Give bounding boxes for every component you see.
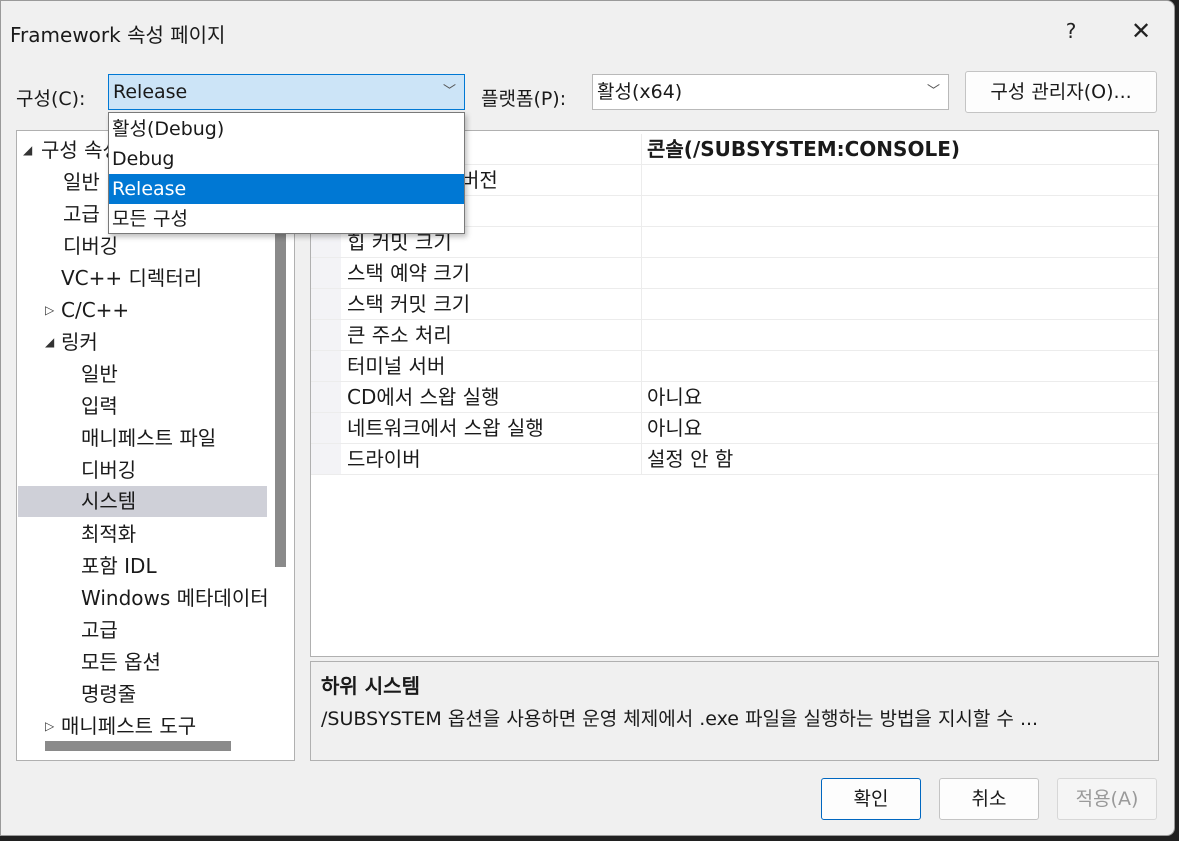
- chevron-down-icon: ﹀: [926, 84, 940, 99]
- tree-item-linker-all-options[interactable]: 모든 옵션: [81, 647, 161, 678]
- grid-row-terminal-server[interactable]: 터미널 서버: [311, 351, 1158, 382]
- tree-item-linker-optimization[interactable]: 최적화: [81, 519, 136, 550]
- grid-row-swap-network[interactable]: 네트워크에서 스왑 실행 아니요: [311, 413, 1158, 444]
- subsystem-value[interactable]: 콘솔(/SUBSYSTEM:CONSOLE): [641, 134, 1158, 164]
- dropdown-option-all-configs[interactable]: 모든 구성: [109, 204, 464, 234]
- help-button[interactable]: ?: [1049, 11, 1093, 51]
- platform-combo[interactable]: 활성(x64) ﹀: [592, 74, 949, 110]
- dropdown-option-release[interactable]: Release: [109, 174, 464, 204]
- dropdown-option-active-debug[interactable]: 활성(Debug): [109, 114, 464, 144]
- chevron-down-icon: ﹀: [442, 84, 456, 99]
- description-title: 하위 시스템: [321, 674, 420, 698]
- platform-combo-value: 활성(x64): [597, 81, 683, 103]
- tree-item-vc-directories[interactable]: VC++ 디렉터리: [61, 263, 202, 294]
- config-combo[interactable]: Release ﹀: [108, 74, 465, 110]
- grid-row-stack-commit[interactable]: 스택 커밋 크기: [311, 289, 1158, 320]
- dropdown-option-debug[interactable]: Debug: [109, 144, 464, 174]
- tree-item-linker-windows-metadata[interactable]: Windows 메타데이터: [81, 583, 269, 614]
- tree-item-linker-advanced[interactable]: 고급: [81, 615, 118, 646]
- platform-label: 플랫폼(P):: [481, 88, 567, 110]
- ok-button[interactable]: 확인: [821, 778, 921, 820]
- tree-item-linker-input[interactable]: 입력: [81, 391, 118, 422]
- grid-row-large-address[interactable]: 큰 주소 처리: [311, 320, 1158, 351]
- tree-item-general[interactable]: 일반: [63, 167, 100, 198]
- property-pages-dialog: Framework 속성 페이지 ? ✕ 구성(C): Release ﹀ 플랫…: [0, 0, 1175, 836]
- close-button[interactable]: ✕: [1119, 11, 1163, 51]
- tree-item-linker-embedded-idl[interactable]: 포함 IDL: [81, 551, 157, 582]
- tree-item-linker-general[interactable]: 일반: [81, 359, 118, 390]
- cancel-button[interactable]: 취소: [939, 778, 1039, 820]
- tree-vertical-scrollbar[interactable]: [275, 207, 286, 567]
- grid-row-swap-cd[interactable]: CD에서 스왑 실행 아니요: [311, 382, 1158, 413]
- config-dropdown-list: 활성(Debug) Debug Release 모든 구성: [108, 112, 465, 234]
- config-manager-button[interactable]: 구성 관리자(O)...: [965, 71, 1157, 113]
- description-text: /SUBSYSTEM 옵션을 사용하면 운영 체제에서 .exe 파일을 실행하…: [321, 708, 1039, 730]
- expanded-triangle-icon[interactable]: ◢: [45, 327, 54, 358]
- collapsed-triangle-icon[interactable]: ▷: [45, 295, 54, 326]
- tree-item-debugging[interactable]: 디버깅: [63, 231, 118, 262]
- window-title: Framework 속성 페이지: [10, 23, 226, 47]
- tree-item-linker-system[interactable]: 시스템: [18, 486, 267, 517]
- tree-item-advanced[interactable]: 고급: [63, 199, 100, 230]
- config-label: 구성(C):: [16, 88, 86, 110]
- tree-item-linker-command-line[interactable]: 명령줄: [81, 679, 136, 710]
- grid-row-stack-reserve[interactable]: 스택 예약 크기: [311, 258, 1158, 289]
- description-panel: 하위 시스템 /SUBSYSTEM 옵션을 사용하면 운영 체제에서 .exe …: [310, 661, 1159, 761]
- tree-horizontal-scrollbar[interactable]: [45, 741, 231, 751]
- config-combo-value: Release: [113, 81, 188, 103]
- tree-item-linker-manifest-file[interactable]: 매니페스트 파일: [81, 423, 216, 454]
- grid-row-driver[interactable]: 드라이버 설정 안 함: [311, 444, 1158, 475]
- expanded-triangle-icon[interactable]: ◢: [23, 135, 32, 166]
- collapsed-triangle-icon[interactable]: ▷: [45, 711, 54, 742]
- tree-item-linker-debugging[interactable]: 디버깅: [81, 455, 136, 486]
- apply-button[interactable]: 적용(A): [1057, 778, 1157, 820]
- title-bar: Framework 속성 페이지 ? ✕: [1, 1, 1174, 61]
